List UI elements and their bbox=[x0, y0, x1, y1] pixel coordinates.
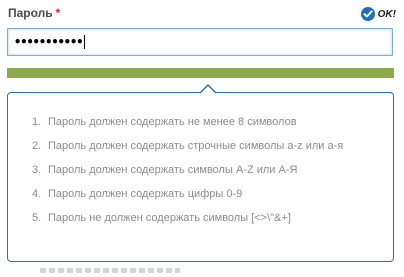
password-masked-value: ••••••••••• bbox=[14, 35, 83, 49]
rule-text: Пароль должен содержать не менее 8 симво… bbox=[48, 116, 297, 128]
password-rules-tooltip: 1. Пароль должен содержать не менее 8 сим… bbox=[7, 92, 394, 262]
text-caret bbox=[84, 35, 86, 49]
rule-text: Пароль должен содержать строчные символы… bbox=[48, 140, 344, 152]
check-circle-icon bbox=[360, 7, 375, 21]
rule-item: 4. Пароль должен содержать цифры 0-9 bbox=[8, 187, 393, 201]
password-label-row: Пароль * OK! bbox=[8, 6, 396, 22]
rule-text: Пароль не должен содержать символы [<>\"… bbox=[48, 212, 291, 224]
rule-text: Пароль должен содержать символы A-Z или … bbox=[48, 164, 298, 176]
rule-item: 1. Пароль должен содержать не менее 8 сим… bbox=[8, 115, 393, 129]
rule-item: 5. Пароль не должен содержать символы [<>… bbox=[8, 211, 393, 225]
rule-text: Пароль должен содержать цифры 0-9 bbox=[48, 188, 243, 200]
status-text: OK! bbox=[377, 8, 396, 20]
rule-item: 3. Пароль должен содержать символы A-Z ил… bbox=[8, 163, 393, 177]
password-strength-bar bbox=[7, 68, 394, 78]
password-status: OK! bbox=[360, 6, 396, 22]
password-rules-list: 1. Пароль должен содержать не менее 8 сим… bbox=[8, 115, 393, 225]
password-label: Пароль * bbox=[8, 6, 61, 20]
tooltip-arrow-inner bbox=[200, 86, 216, 94]
password-input[interactable]: ••••••••••• bbox=[7, 28, 393, 56]
obscured-background-text bbox=[40, 268, 180, 273]
rule-item: 2. Пароль должен содержать строчные симво… bbox=[8, 139, 393, 153]
required-marker: * bbox=[55, 6, 61, 20]
password-strength-fill bbox=[7, 68, 394, 78]
